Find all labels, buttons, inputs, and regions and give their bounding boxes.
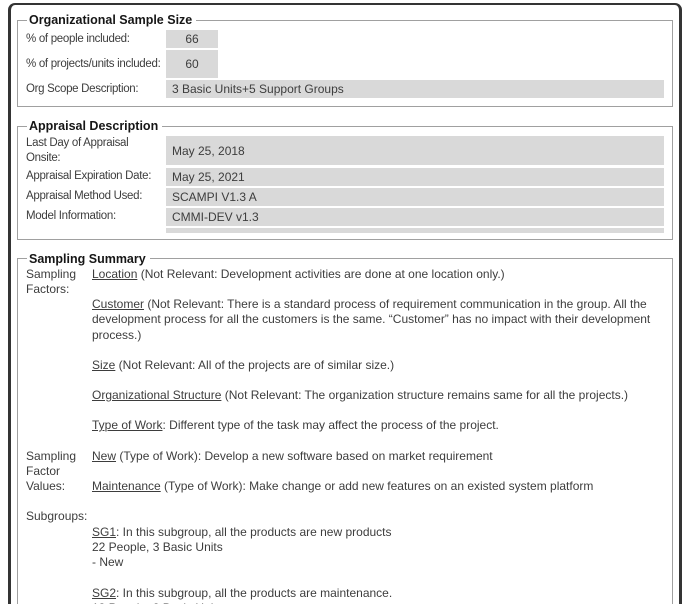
factor-item-location: Location (Not Relevant: Development acti… [92,267,664,282]
expiration-date-field[interactable]: May 25, 2021 [166,168,664,186]
subgroup-title-line: SG2: In this subgroup, all the products … [92,586,664,601]
subgroups-content: SG1: In this subgroup, all the products … [92,509,664,604]
subgroups-row: Subgroups: SG1: In this subgroup, all th… [26,509,664,604]
projects-included-label: % of projects/units included: [26,57,166,72]
org-sample-size-section: Organizational Sample Size % of people i… [17,13,673,107]
factor-text: (Not Relevant: Development activities ar… [137,267,504,281]
sampling-factor-values-row: Sampling Factor Values: New (Type of Wor… [26,449,664,509]
subgroup-list: SG1: In this subgroup, all the products … [92,525,664,604]
factor-term: Size [92,358,115,372]
partial-field-strip [166,228,664,233]
factor-text: : Different type of the task may affect … [162,418,498,432]
method-used-row: Appraisal Method Used: SCAMPI V1.3 A [26,188,664,206]
people-included-row: % of people included: 66 [26,30,664,48]
appraisal-description-section: Appraisal Description Last Day of Apprai… [17,119,673,240]
expiration-date-row: Appraisal Expiration Date: May 25, 2021 [26,168,664,186]
model-information-field[interactable]: CMMI-DEV v1.3 [166,208,664,226]
org-scope-row: Org Scope Description: 3 Basic Units+5 S… [26,80,664,98]
factor-value-term: New [92,449,116,463]
factor-value-term: Maintenance [92,479,161,493]
subgroup-detail-line: - New [92,555,664,570]
content-frame: Organizational Sample Size % of people i… [8,3,682,604]
org-scope-field[interactable]: 3 Basic Units+5 Support Groups [166,80,664,98]
factor-term: Customer [92,297,144,311]
onsite-date-label: Last Day of Appraisal Onsite: [26,136,166,166]
onsite-date-field[interactable]: May 25, 2018 [166,136,664,165]
subgroup-sg2: SG2: In this subgroup, all the products … [92,586,664,604]
projects-included-row: % of projects/units included: 60 [26,50,664,78]
subgroup-title-line: SG1: In this subgroup, all the products … [92,525,664,540]
sampling-factor-values-content: New (Type of Work): Develop a new softwa… [92,449,664,509]
subgroup-term: SG2 [92,586,116,600]
onsite-date-row: Last Day of Appraisal Onsite: May 25, 20… [26,136,664,166]
subgroup-term: SG1 [92,525,116,539]
model-information-label: Model Information: [26,209,166,224]
factor-item-type-of-work: Type of Work: Different type of the task… [92,418,664,433]
subgroup-text: : In this subgroup, all the products are… [116,586,392,600]
factor-value-text: (Type of Work): Develop a new software b… [116,449,493,463]
factor-value-item-maintenance: Maintenance (Type of Work): Make change … [92,479,664,494]
method-used-field[interactable]: SCAMPI V1.3 A [166,188,664,206]
sampling-factors-content: Location (Not Relevant: Development acti… [92,267,664,449]
expiration-date-label: Appraisal Expiration Date: [26,169,166,184]
factor-term: Location [92,267,137,281]
projects-included-field[interactable]: 60 [166,50,218,78]
factor-item-size: Size (Not Relevant: All of the projects … [92,358,664,373]
factor-value-item-new: New (Type of Work): Develop a new softwa… [92,449,664,464]
people-included-field[interactable]: 66 [166,30,218,48]
people-included-label: % of people included: [26,32,166,47]
subgroup-detail-line: 22 People, 3 Basic Units [92,540,664,555]
subgroups-label: Subgroups: [26,509,92,604]
sampling-summary-section: Sampling Summary Sampling Factors: Locat… [17,252,673,604]
method-used-label: Appraisal Method Used: [26,189,166,204]
model-information-row: Model Information: CMMI-DEV v1.3 [26,208,664,226]
factor-term: Organizational Structure [92,388,221,402]
org-scope-label: Org Scope Description: [26,82,166,97]
factor-item-customer: Customer (Not Relevant: There is a stand… [92,297,664,343]
factor-text: (Not Relevant: There is a standard proce… [92,297,650,341]
sampling-factor-values-label: Sampling Factor Values: [26,449,92,509]
org-sample-size-title: Organizational Sample Size [27,13,196,27]
factor-value-text: (Type of Work): Make change or add new f… [161,479,594,493]
subgroup-text: : In this subgroup, all the products are… [116,525,392,539]
sampling-summary-title: Sampling Summary [27,252,150,266]
factor-text: (Not Relevant: The organization structur… [221,388,628,402]
factor-item-org-structure: Organizational Structure (Not Relevant: … [92,388,664,403]
sampling-factors-label: Sampling Factors: [26,267,92,449]
subgroup-sg1: SG1: In this subgroup, all the products … [92,525,664,571]
factor-term: Type of Work [92,418,162,432]
sampling-factors-row: Sampling Factors: Location (Not Relevant… [26,267,664,449]
appraisal-description-title: Appraisal Description [27,119,162,133]
factor-text: (Not Relevant: All of the projects are o… [115,358,394,372]
